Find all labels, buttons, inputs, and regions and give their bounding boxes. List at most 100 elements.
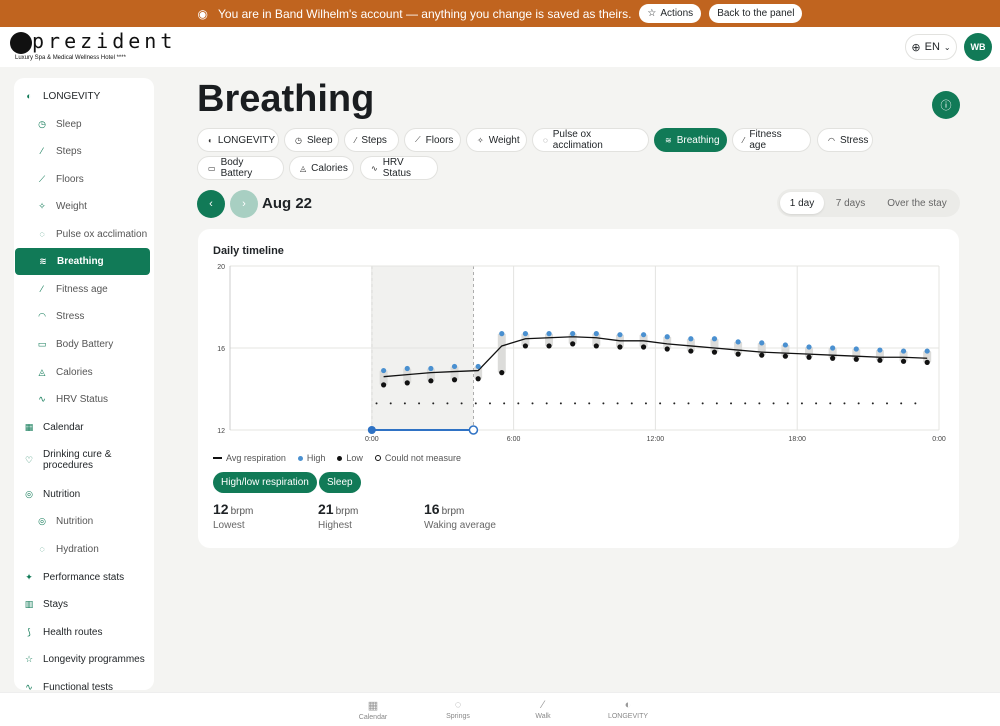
range-1-day[interactable]: 1 day — [780, 192, 824, 214]
info-icon: ⓘ — [940, 100, 952, 112]
sidebar-item-nutrition[interactable]: ◎ Nutrition — [14, 484, 154, 504]
sidebar-item-pulse-ox-acclimation[interactable]: ◌ Pulse ox acclimation — [14, 224, 154, 244]
tab-label: Weight — [488, 134, 520, 146]
sleep-start-handle — [367, 426, 376, 434]
sidebar-item-nutrition[interactable]: ◎ Nutrition — [14, 511, 154, 531]
next-day-button[interactable]: › — [230, 190, 258, 218]
filter-sleep[interactable]: Sleep — [319, 472, 361, 493]
tab-weight[interactable]: ✧ Weight — [466, 128, 527, 152]
sidebar-item-label: Nutrition — [56, 515, 94, 527]
sidebar-item-calories[interactable]: ◬ Calories — [14, 362, 154, 382]
info-button[interactable]: ⓘ — [932, 91, 960, 119]
drop-icon: ◌ — [39, 544, 45, 554]
x-tick-label: 6:00 — [507, 436, 521, 443]
sidebar-item-label: Longevity programmes — [43, 653, 145, 665]
tab-longevity[interactable]: ◐ LONGEVITY — [197, 128, 279, 152]
no-measure-dot — [829, 402, 832, 405]
clock-icon: ◷ — [295, 135, 302, 145]
sidebar-item-fitness-age[interactable]: ⁄ Fitness age — [14, 279, 154, 299]
bottom-nav-walk[interactable]: ⁄ Walk — [513, 699, 573, 720]
previous-day-button[interactable]: ‹ — [197, 190, 225, 218]
sidebar-item-label: Sleep — [56, 118, 82, 130]
no-measure-dot — [389, 402, 392, 405]
page-title: Breathing — [197, 78, 375, 120]
nutrition-icon: ◎ — [25, 488, 33, 499]
clock-icon: ◷ — [38, 118, 46, 129]
range-7-days[interactable]: 7 days — [827, 192, 874, 214]
sidebar-item-health-routes[interactable]: ⟆ Health routes — [14, 622, 154, 642]
sidebar-item-weight[interactable]: ✧ Weight — [14, 196, 154, 216]
sidebar-item-calendar[interactable]: ▦ Calendar — [14, 417, 154, 437]
language-label: EN — [924, 41, 940, 53]
sidebar-item-longevity[interactable]: ◐ LONGEVITY — [14, 86, 154, 106]
sidebar-item-breathing[interactable]: ≋ Breathing — [15, 248, 150, 275]
avatar[interactable]: WB — [964, 33, 992, 61]
chevron-right-icon: › — [242, 198, 246, 210]
no-measure-dot — [843, 402, 846, 405]
low-point — [475, 376, 481, 382]
banner-message: You are in Band Wilhelm's account — anyt… — [218, 6, 632, 21]
sidebar-item-stress[interactable]: ◠ Stress — [14, 306, 154, 326]
sidebar-item-longevity-programmes[interactable]: ☆ Longevity programmes — [14, 649, 154, 669]
back-to-panel-button[interactable]: Back to the panel — [709, 4, 803, 23]
actions-label: Actions — [660, 8, 694, 19]
tab-breathing[interactable]: ≋ Breathing — [654, 128, 727, 152]
tab-steps[interactable]: ⁄ Steps — [344, 128, 399, 152]
tab-stress[interactable]: ◠ Stress — [817, 128, 873, 152]
low-point — [522, 343, 529, 349]
filter-high-low[interactable]: High/low respiration — [213, 472, 317, 493]
stairs-icon: ⟋ — [415, 135, 421, 144]
high-point — [570, 331, 576, 337]
sidebar-item-label: Functional tests — [43, 681, 114, 691]
tab-hrv-status[interactable]: ∿ HRV Status — [360, 156, 438, 180]
bottom-nav-springs[interactable]: ◌ Springs — [428, 699, 488, 720]
tab-label: Pulse ox acclimation — [552, 129, 603, 151]
sidebar-item-performance-stats[interactable]: ✦ Performance stats — [14, 567, 154, 587]
stat-waking-average: 16 brpm Waking average — [424, 501, 496, 531]
sidebar-item-stays[interactable]: ▥ Stays — [14, 594, 154, 614]
no-measure-dot — [687, 402, 690, 405]
range-bar — [497, 333, 506, 373]
tab-fitness-age[interactable]: ⁄ Fitness age — [732, 128, 811, 152]
tab-calories[interactable]: ◬ Calories — [289, 156, 354, 180]
sidebar-item-steps[interactable]: ⁄ Steps — [14, 141, 154, 161]
low-point — [640, 344, 647, 350]
sidebar-item-drinking-cure-procedures[interactable]: ♡ Drinking cure & procedures — [14, 445, 154, 475]
eye-icon: ◉ — [197, 6, 208, 21]
tab-label: HRV Status — [382, 157, 412, 179]
sidebar-item-hydration[interactable]: ◌ Hydration — [14, 539, 154, 559]
star-icon: ☆ — [24, 653, 34, 664]
high-point — [806, 344, 812, 350]
high-point — [522, 331, 529, 337]
range-over-the-stay[interactable]: Over the stay — [877, 192, 957, 214]
no-measure-dot — [488, 402, 491, 405]
calendar-icon: ▦ — [24, 421, 34, 432]
sidebar-item-sleep[interactable]: ◷ Sleep — [14, 114, 154, 134]
sidebar-item-body-battery[interactable]: ▭ Body Battery — [14, 334, 154, 354]
legend-none: Could not measure — [374, 453, 461, 463]
tab-body-battery[interactable]: ▭ Body Battery — [197, 156, 284, 180]
language-selector[interactable]: ⊕ EN ⌄ — [905, 34, 957, 60]
scale-icon: ✧ — [477, 135, 484, 145]
y-tick-label: 12 — [217, 428, 225, 435]
sidebar-item-hrv-status[interactable]: ∿ HRV Status — [14, 389, 154, 409]
tab-floors[interactable]: ⟋ Floors — [404, 128, 461, 152]
high-point — [688, 336, 694, 342]
tab-sleep[interactable]: ◷ Sleep — [284, 128, 339, 152]
flame-icon: ◬ — [300, 163, 307, 173]
legend-none-label: Could not measure — [384, 453, 461, 463]
low-point — [735, 351, 741, 357]
sidebar-item-functional-tests[interactable]: ∿ Functional tests — [14, 677, 154, 691]
bottom-nav-calendar[interactable]: ▦ Calendar — [343, 699, 403, 721]
longevity-icon: ◐ — [624, 699, 632, 711]
stat-waking-value: 16 — [424, 501, 440, 517]
range-selector: 1 day 7 days Over the stay — [777, 189, 960, 217]
bottom-nav-longevity[interactable]: ◐ LONGEVITY — [598, 699, 658, 720]
actions-button[interactable]: ☆ Actions — [639, 4, 702, 23]
stat-lowest-unit: brpm — [230, 506, 254, 517]
app-header: prezident Luxury Spa & Medical Wellness … — [0, 27, 1000, 67]
no-measure-dot — [886, 402, 889, 405]
sidebar-item-floors[interactable]: ⟋ Floors — [14, 169, 154, 189]
logo[interactable]: prezident Luxury Spa & Medical Wellness … — [10, 29, 172, 62]
tab-pulse-ox-acclimation[interactable]: ◌ Pulse ox acclimation — [532, 128, 649, 152]
